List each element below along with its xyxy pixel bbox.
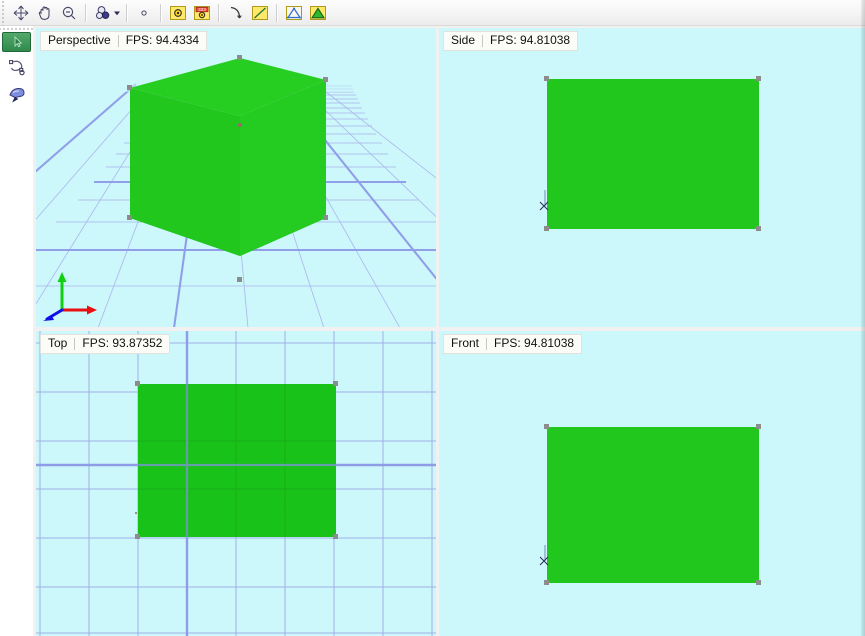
move-tool-button[interactable] bbox=[10, 2, 32, 24]
triangle-outline-tool-button[interactable] bbox=[283, 2, 305, 24]
cube-handle-top-left[interactable] bbox=[127, 85, 132, 90]
arrow-select-icon bbox=[14, 35, 23, 48]
cube-handle-top-apex[interactable] bbox=[237, 55, 242, 60]
curve-icon bbox=[230, 6, 242, 18]
point-tool-button[interactable] bbox=[133, 2, 155, 24]
top-box-grid-overlay bbox=[138, 384, 336, 537]
viewport-side[interactable]: Side FPS: 94.81038 bbox=[439, 28, 865, 327]
toolbar-separator-2 bbox=[126, 3, 128, 22]
dimension-tool-button[interactable]: 323 bbox=[191, 2, 213, 24]
pan-tool-button[interactable] bbox=[34, 2, 56, 24]
front-handle-top-right[interactable] bbox=[756, 424, 761, 429]
top-pivot-point bbox=[135, 512, 137, 514]
label-divider bbox=[74, 337, 76, 350]
triangle-fill-tool-button[interactable] bbox=[307, 2, 329, 24]
sidebar-item-spline-tool[interactable] bbox=[2, 55, 31, 79]
chevron-down-icon bbox=[114, 11, 120, 15]
side-handle-bottom-right[interactable] bbox=[756, 226, 761, 231]
move-cross-icon bbox=[13, 5, 29, 20]
vertex-tool-button[interactable] bbox=[167, 2, 189, 24]
diagonal-line-icon bbox=[252, 5, 268, 20]
magnifier-icon bbox=[62, 6, 76, 19]
viewport-top[interactable]: Top FPS: 93.87352 bbox=[36, 331, 436, 636]
svg-text:323: 323 bbox=[198, 7, 206, 12]
viewport-perspective[interactable]: Perspective FPS: 94.4334 bbox=[36, 28, 436, 327]
cube-handle-mid-left[interactable] bbox=[127, 215, 132, 220]
toolbar-separator-1 bbox=[85, 3, 87, 22]
side-handle-top-left[interactable] bbox=[544, 76, 549, 81]
viewport-label-top[interactable]: Top FPS: 93.87352 bbox=[40, 334, 171, 354]
cube-handle-bottom-front[interactable] bbox=[237, 277, 242, 282]
side-box-object[interactable] bbox=[547, 79, 759, 229]
toolbar-separator-4 bbox=[218, 3, 220, 22]
viewport-fps: FPS: 94.81038 bbox=[494, 336, 575, 350]
viewport-name: Side bbox=[451, 33, 476, 47]
top-handle-top-right[interactable] bbox=[333, 381, 338, 386]
viewport-fps: FPS: 94.81038 bbox=[490, 33, 571, 47]
viewport-label-side[interactable]: Side FPS: 94.81038 bbox=[443, 31, 579, 51]
sidebar-drag-grip[interactable] bbox=[0, 26, 33, 31]
front-handle-bottom-right[interactable] bbox=[756, 580, 761, 585]
label-divider bbox=[486, 337, 488, 350]
spline-node-icon bbox=[8, 60, 25, 76]
viewport-container: Perspective FPS: 94.4334 Side FPS: 94.81… bbox=[33, 26, 865, 636]
triangle-filled-icon bbox=[310, 5, 326, 20]
viewport-name: Top bbox=[48, 336, 68, 350]
cube-pivot-point bbox=[238, 123, 242, 127]
hand-icon bbox=[38, 6, 50, 20]
front-box-object[interactable] bbox=[547, 427, 759, 583]
label-divider bbox=[117, 34, 119, 47]
cube-handle-top-right[interactable] bbox=[323, 77, 328, 82]
left-tool-sidebar bbox=[0, 26, 33, 636]
yellow-dot-icon bbox=[170, 5, 186, 20]
top-handle-top-left[interactable] bbox=[135, 381, 140, 386]
sidebar-item-paint-tool[interactable] bbox=[2, 82, 31, 106]
side-axis-marker bbox=[539, 190, 549, 211]
arc-tool-button[interactable] bbox=[225, 2, 247, 24]
front-handle-top-left[interactable] bbox=[544, 424, 549, 429]
side-handle-top-right[interactable] bbox=[756, 76, 761, 81]
cube-handle-mid-right[interactable] bbox=[323, 215, 328, 220]
viewport-fps: FPS: 94.4334 bbox=[125, 33, 200, 47]
viewport-name: Front bbox=[451, 336, 480, 350]
label-divider bbox=[482, 34, 484, 47]
viewport-label-front[interactable]: Front FPS: 94.81038 bbox=[443, 334, 583, 354]
axis-x-arrow bbox=[87, 305, 97, 315]
side-handle-bottom-left[interactable] bbox=[544, 226, 549, 231]
triangle-outline-icon bbox=[286, 5, 302, 20]
axis-y-arrow bbox=[57, 272, 67, 282]
toolbar-separator-3 bbox=[160, 3, 162, 22]
front-axis-marker bbox=[539, 545, 549, 566]
measure-323-icon: 323 bbox=[194, 5, 210, 20]
viewport-name: Perspective bbox=[48, 33, 111, 47]
axis-gizmo bbox=[43, 272, 97, 321]
sidebar-item-select-tool[interactable] bbox=[2, 32, 31, 52]
paint-pointer-icon bbox=[8, 87, 25, 103]
viewport-fps: FPS: 93.87352 bbox=[82, 336, 163, 350]
viewport-label-perspective[interactable]: Perspective FPS: 94.4334 bbox=[40, 31, 208, 51]
toolbar-separator-5 bbox=[276, 3, 278, 22]
top-handle-bottom-right[interactable] bbox=[333, 534, 338, 539]
viewport-front[interactable]: Front FPS: 94.81038 bbox=[439, 331, 865, 636]
front-handle-bottom-left[interactable] bbox=[544, 580, 549, 585]
zoom-tool-button[interactable] bbox=[58, 2, 80, 24]
small-dot-icon bbox=[141, 9, 147, 16]
main-toolbar: 323 bbox=[0, 0, 865, 26]
line-tool-button[interactable] bbox=[249, 2, 271, 24]
select-object-tool-button[interactable] bbox=[92, 2, 114, 24]
toolbar-drag-grip[interactable] bbox=[0, 0, 8, 26]
top-handle-bottom-left[interactable] bbox=[135, 534, 140, 539]
spheres-icon bbox=[96, 5, 110, 19]
